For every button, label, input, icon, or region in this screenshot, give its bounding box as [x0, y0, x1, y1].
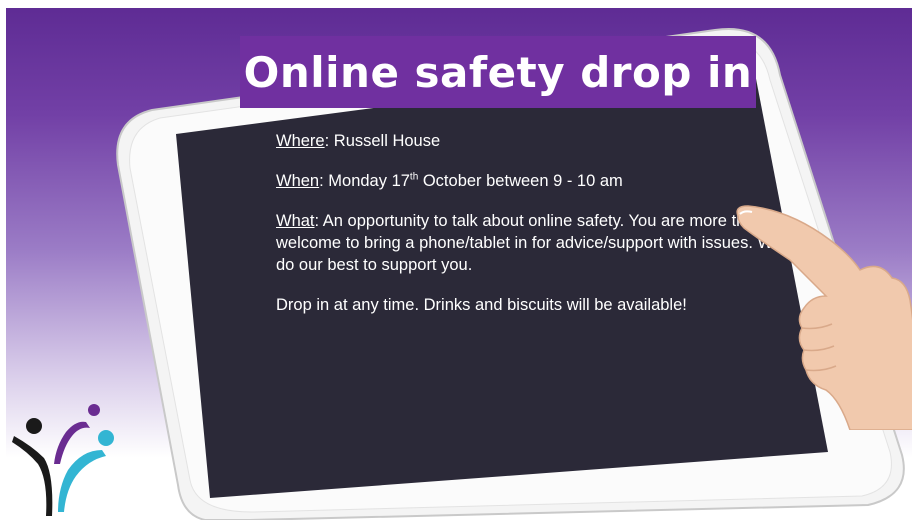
title-banner: Online safety drop in [240, 36, 756, 108]
charity-logo-icon [12, 404, 114, 516]
when-line: When: Monday 17th October between 9 - 10… [276, 170, 816, 192]
date-ordinal: th [409, 171, 419, 183]
where-value: : Russell House [324, 132, 441, 150]
where-label: Where [276, 132, 325, 150]
when-value-pre: : Monday 17 [319, 172, 410, 190]
when-label: When [276, 172, 320, 190]
where-line: Where: Russell House [276, 130, 816, 152]
what-label: What [276, 212, 315, 230]
page-title: Online safety drop in [243, 47, 753, 97]
when-value-post: October between 9 - 10 am [418, 172, 623, 190]
pointing-hand-icon [736, 205, 918, 430]
slide-background: Online safety drop in Where: Russell Hou… [0, 0, 918, 520]
